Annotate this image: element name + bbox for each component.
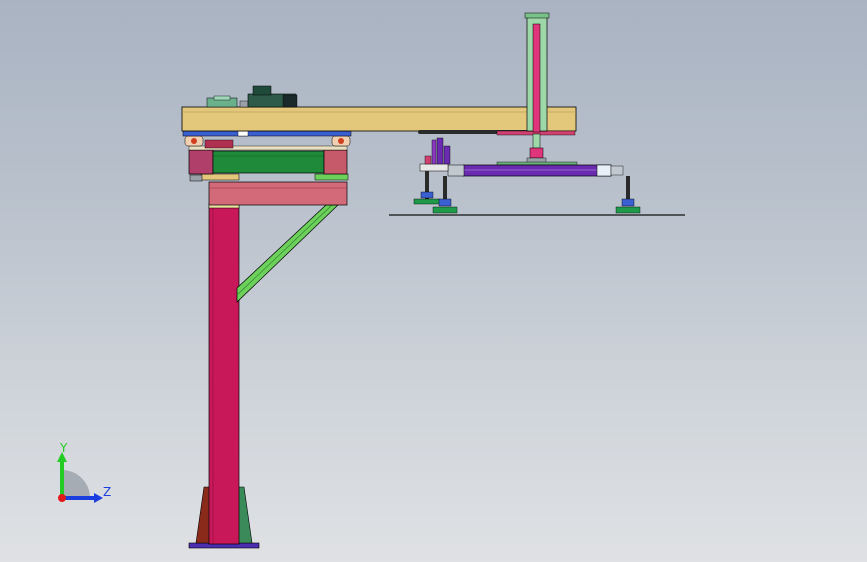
y-axis-label: Y	[59, 441, 68, 455]
x-axis-icon	[58, 494, 66, 502]
gripper-cylinder	[431, 139, 437, 165]
cad-viewport[interactable]: Y Z	[0, 0, 867, 562]
carriage-left-end	[188, 149, 214, 175]
suction-cup-middle	[432, 176, 458, 214]
column	[208, 205, 240, 545]
suction-cup-left	[413, 171, 441, 205]
suction-cup-right	[615, 176, 641, 214]
vertical-axis-rod	[532, 23, 541, 133]
view-orientation-arc	[62, 470, 90, 498]
beam-rail	[182, 130, 352, 137]
carriage	[212, 150, 325, 174]
gripper-bar	[462, 164, 612, 177]
gantry-robot-model[interactable]	[0, 0, 867, 562]
diagonal-brace	[236, 204, 339, 303]
base-gusset-right	[237, 486, 253, 544]
z-axis-label: Z	[103, 485, 111, 499]
coordinate-triad: Y Z	[57, 441, 111, 503]
carriage-right-end	[323, 149, 348, 175]
column-head-bracket	[208, 181, 348, 206]
main-beam	[181, 106, 577, 132]
